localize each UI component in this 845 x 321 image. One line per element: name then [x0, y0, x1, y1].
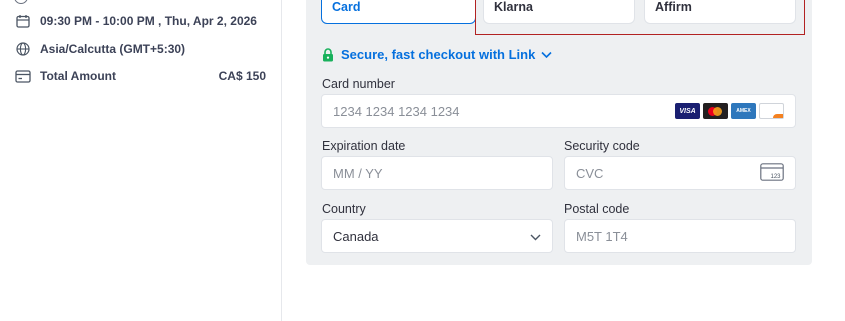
summary-total-row: Total Amount CA$ 150	[14, 68, 266, 84]
security-code-input[interactable]: CVC 123	[564, 156, 796, 190]
link-checkout-text: Secure, fast checkout with Link	[341, 47, 536, 62]
expiration-label: Expiration date	[322, 139, 406, 153]
booking-summary: 09:30 PM - 10:00 PM , Thu, Apr 2, 2026 A…	[0, 0, 282, 321]
tab-card[interactable]: Card	[321, 0, 476, 24]
postal-code-input[interactable]: M5T 1T4	[564, 219, 796, 253]
visa-icon: VISA	[675, 103, 700, 119]
highlight-box	[475, 0, 805, 35]
country-label: Country	[322, 202, 366, 216]
summary-datetime-row: 09:30 PM - 10:00 PM , Thu, Apr 2, 2026	[14, 13, 257, 29]
summary-total-value: CA$ 150	[218, 69, 266, 83]
security-code-label: Security code	[564, 139, 640, 153]
mastercard-icon	[703, 103, 728, 119]
link-checkout-toggle[interactable]: Secure, fast checkout with Link	[322, 47, 552, 62]
summary-total-label: Total Amount	[40, 69, 116, 83]
payment-panel: Card Klarna Affirm Secure, fast checkout…	[306, 0, 812, 265]
amex-icon: AMEX	[731, 103, 756, 119]
summary-timezone: Asia/Calcutta (GMT+5:30)	[40, 42, 186, 56]
clock-icon	[14, 0, 28, 4]
chevron-down-icon	[530, 229, 541, 244]
card-number-input[interactable]: 1234 1234 1234 1234 VISA AMEX	[321, 94, 796, 128]
summary-datetime: 09:30 PM - 10:00 PM , Thu, Apr 2, 2026	[40, 14, 257, 28]
card-number-label: Card number	[322, 77, 395, 91]
calendar-icon	[14, 13, 32, 29]
svg-text:123: 123	[770, 174, 781, 180]
country-select[interactable]: Canada	[321, 219, 553, 253]
summary-timezone-row: Asia/Calcutta (GMT+5:30)	[14, 41, 185, 57]
card-number-placeholder: 1234 1234 1234 1234	[333, 103, 460, 119]
expiration-input[interactable]: MM / YY	[321, 156, 553, 190]
postal-code-label: Postal code	[564, 202, 630, 216]
discover-icon	[759, 103, 784, 119]
cvc-card-icon: 123	[760, 162, 784, 184]
card-brands: VISA AMEX	[675, 103, 784, 119]
lock-icon	[322, 47, 334, 62]
country-value: Canada	[333, 228, 379, 244]
credit-card-icon	[14, 68, 32, 84]
globe-icon	[14, 41, 32, 57]
right-margin	[812, 0, 845, 321]
chevron-down-icon	[541, 51, 552, 59]
